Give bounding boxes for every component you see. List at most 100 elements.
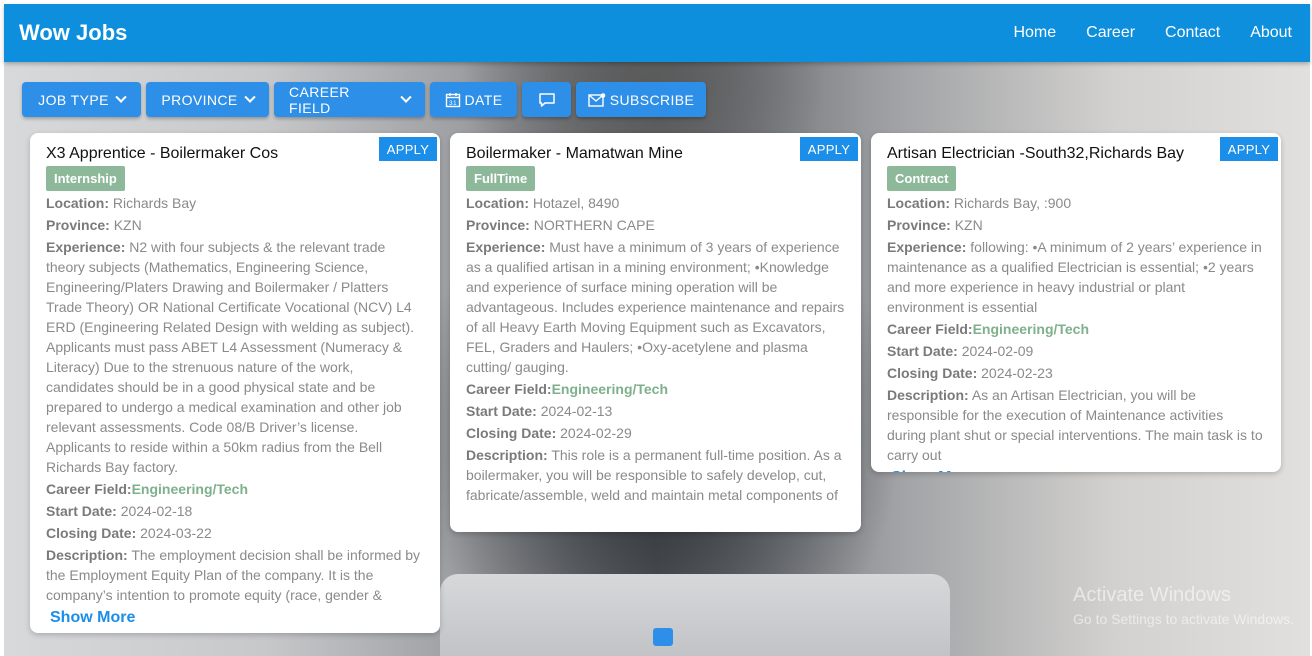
start-date-value: 2024-02-18	[120, 503, 193, 519]
location-value: Richards Bay	[112, 195, 197, 211]
chevron-down-icon	[400, 91, 412, 103]
province-label: Province:	[466, 217, 530, 233]
career-field-label: Career Field:	[466, 381, 552, 397]
chevron-down-icon	[243, 91, 256, 103]
province-label: Province:	[887, 217, 951, 233]
closing-date-label: Closing Date:	[466, 425, 557, 441]
closing-date-label: Closing Date:	[46, 525, 137, 541]
job-card: APPLY Artisan Electrician -South32,Richa…	[871, 133, 1281, 472]
location-label: Location:	[887, 195, 950, 211]
description-row: Description: The employment decision sha…	[46, 545, 424, 605]
show-more-link[interactable]: Show More	[891, 469, 1265, 472]
job-type-label: JOB TYPE	[38, 91, 109, 108]
experience-label: Experience:	[887, 239, 967, 255]
career-field-value: Engineering/Tech	[131, 481, 249, 497]
province-row: Province: KZN	[46, 215, 424, 235]
location-row: Location: Richards Bay	[46, 193, 424, 213]
experience-label: Experience:	[466, 239, 546, 255]
mail-icon	[588, 92, 606, 107]
career-field-row: Career Field:Engineering/Tech	[887, 319, 1265, 339]
job-type-badge: Internship	[46, 166, 125, 191]
career-field-row: Career Field:Engineering/Tech	[46, 479, 424, 499]
job-title: X3 Apprentice - Boilermaker Cos	[46, 145, 279, 162]
feedback-button[interactable]	[522, 82, 571, 117]
career-field-row: Career Field:Engineering/Tech	[466, 379, 845, 399]
start-date-row: Start Date: 2024-02-09	[887, 341, 1265, 361]
experience-value: Must have a minimum of 3 years of experi…	[466, 239, 845, 375]
apply-button[interactable]: APPLY	[1220, 137, 1278, 161]
province-dropdown[interactable]: PROVINCE	[146, 82, 269, 117]
description-label: Description:	[466, 447, 548, 463]
province-value: NORTHERN CAPE	[533, 217, 655, 233]
province-row: Province: KZN	[887, 215, 1265, 235]
closing-date-row: Closing Date: 2024-02-29	[466, 423, 845, 443]
closing-date-row: Closing Date: 2024-03-22	[46, 523, 424, 543]
province-label: Province:	[46, 217, 110, 233]
description-label: Description:	[46, 547, 128, 563]
chevron-down-icon	[115, 91, 127, 103]
windows-activation-watermark: Activate Windows Go to Settings to activ…	[1073, 584, 1294, 627]
start-date-value: 2024-02-13	[540, 403, 613, 419]
closing-date-value: 2024-02-23	[981, 365, 1053, 381]
start-date-label: Start Date:	[466, 403, 537, 419]
career-field-label: CAREER FIELD	[289, 83, 350, 116]
pagination-dot[interactable]	[653, 628, 673, 646]
experience-row: Experience: following: •A minimum of 2 y…	[887, 237, 1265, 317]
province-value: KZN	[113, 217, 142, 233]
job-type-dropdown[interactable]: JOB TYPE	[22, 82, 141, 117]
watermark-title: Activate Windows	[1073, 584, 1231, 606]
chat-bubble-icon	[538, 92, 555, 107]
description-row: Description: This role is a permanent fu…	[466, 445, 845, 505]
svg-text:31: 31	[449, 100, 457, 107]
date-button[interactable]: 31 DATE	[430, 82, 517, 117]
experience-value: N2 with four subjects & the relevant tra…	[46, 239, 415, 475]
experience-label: Experience:	[46, 239, 126, 255]
nav-home[interactable]: Home	[1013, 24, 1056, 42]
location-row: Location: Richards Bay, :900	[887, 193, 1265, 213]
apply-button[interactable]: APPLY	[379, 137, 437, 161]
location-value: Hotazel, 8490	[532, 195, 620, 211]
location-label: Location:	[466, 195, 529, 211]
career-field-value: Engineering/Tech	[972, 321, 1090, 337]
career-field-dropdown[interactable]: CAREER FIELD	[274, 82, 425, 117]
job-card: APPLY Boilermaker - Mamatwan Mine FullTi…	[450, 133, 861, 532]
province-row: Province: NORTHERN CAPE	[466, 215, 845, 235]
job-title: Artisan Electrician -South32,Richards Ba…	[887, 145, 1185, 162]
description-row: Description: As an Artisan Electrician, …	[887, 385, 1265, 465]
start-date-row: Start Date: 2024-02-13	[466, 401, 845, 421]
nav-contact[interactable]: Contact	[1165, 24, 1220, 42]
navbar: Wow Jobs Home Career Contact About	[4, 4, 1310, 62]
brand-logo[interactable]: Wow Jobs	[19, 20, 127, 46]
location-row: Location: Hotazel, 8490	[466, 193, 845, 213]
subscribe-label: SUBSCRIBE	[609, 91, 695, 108]
date-label: DATE	[464, 91, 503, 108]
career-field-label: Career Field:	[887, 321, 973, 337]
start-date-row: Start Date: 2024-02-18	[46, 501, 424, 521]
description-label: Description:	[887, 387, 969, 403]
nav-career[interactable]: Career	[1086, 24, 1135, 42]
show-more-link[interactable]: Show More	[50, 609, 424, 627]
experience-row: Experience: N2 with four subjects & the …	[46, 237, 424, 477]
watermark-subtitle: Go to Settings to activate Windows.	[1073, 611, 1294, 627]
province-value: KZN	[954, 217, 983, 233]
job-title: Boilermaker - Mamatwan Mine	[466, 145, 683, 162]
career-field-label: Career Field:	[46, 481, 132, 497]
start-date-label: Start Date:	[887, 343, 958, 359]
location-label: Location:	[46, 195, 109, 211]
calendar-icon: 31	[445, 92, 460, 107]
location-value: Richards Bay, :900	[953, 195, 1072, 211]
nav-links: Home Career Contact About	[1013, 24, 1292, 42]
subscribe-button[interactable]: SUBSCRIBE	[576, 82, 706, 117]
job-type-badge: FullTime	[466, 166, 536, 191]
experience-row: Experience: Must have a minimum of 3 yea…	[466, 237, 845, 377]
job-type-badge: Contract	[887, 166, 957, 191]
job-card: APPLY X3 Apprentice - Boilermaker Cos In…	[30, 133, 440, 633]
province-label: PROVINCE	[161, 91, 238, 108]
closing-date-row: Closing Date: 2024-02-23	[887, 363, 1265, 383]
closing-date-label: Closing Date:	[887, 365, 978, 381]
apply-button[interactable]: APPLY	[800, 137, 858, 161]
nav-about[interactable]: About	[1250, 24, 1292, 42]
background-laptop	[440, 574, 950, 656]
career-field-value: Engineering/Tech	[551, 381, 669, 397]
closing-date-value: 2024-02-29	[560, 425, 632, 441]
